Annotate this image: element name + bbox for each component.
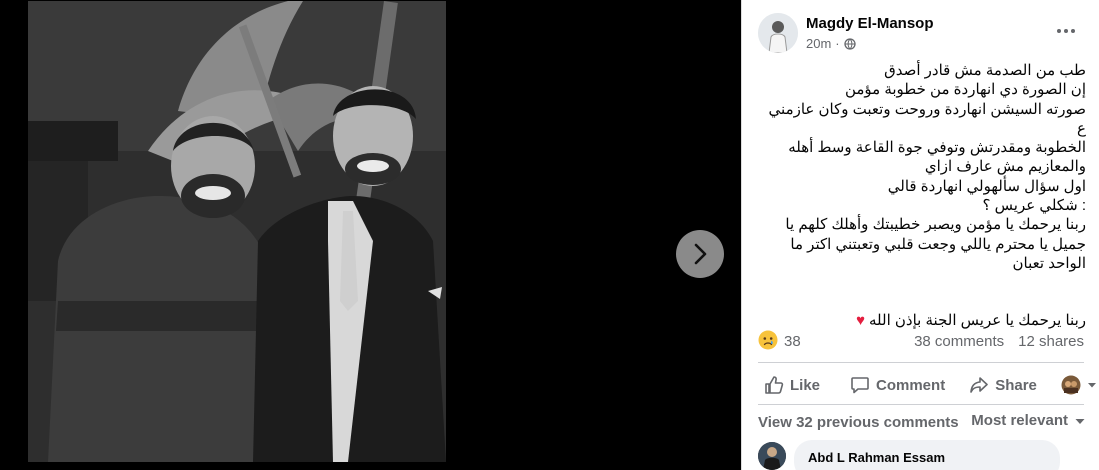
reaction-count[interactable]: 38 xyxy=(784,333,801,350)
next-photo-button[interactable] xyxy=(676,230,724,278)
meta-dot: · xyxy=(835,36,840,51)
dot xyxy=(1071,29,1075,33)
share-label: Share xyxy=(995,376,1037,394)
caret-down-icon xyxy=(1075,418,1085,424)
author-name[interactable]: Magdy El-Mansop xyxy=(806,15,934,32)
globe-icon xyxy=(843,37,856,50)
sort-label: Most relevant xyxy=(971,412,1068,429)
share-button[interactable]: Share xyxy=(969,375,1037,395)
divider xyxy=(758,362,1084,363)
post-photo[interactable] xyxy=(28,1,446,462)
photo-viewer xyxy=(0,0,741,470)
commenter-name[interactable]: Abd L Rahman Essam xyxy=(808,450,945,465)
stats-right: 38 comments 12 shares xyxy=(914,333,1084,350)
commenter-avatar[interactable] xyxy=(758,442,786,470)
sort-comments-dropdown[interactable]: Most relevant xyxy=(971,412,1086,429)
comment-bubble: Abd L Rahman Essam xyxy=(794,440,1060,470)
like-icon xyxy=(765,376,784,394)
post-line: : شكلي عريس ؟ xyxy=(982,197,1086,215)
post-stats: 38 38 comments 12 shares xyxy=(758,330,1084,354)
post-line: جميل يا محترم ياللي وجعت قلبي وتعبتني اك… xyxy=(790,235,1086,253)
comment-item: Abd L Rahman Essam xyxy=(758,440,1088,470)
avatar-image xyxy=(758,442,786,470)
avatar-image xyxy=(758,13,798,53)
post-header: Magdy El-Mansop 20m · xyxy=(758,13,1088,55)
comments-controls: View 32 previous comments Most relevant xyxy=(758,412,1086,432)
dot xyxy=(1064,29,1068,33)
dot xyxy=(1057,29,1061,33)
more-options-button[interactable] xyxy=(1052,21,1080,41)
like-label: Like xyxy=(790,376,821,394)
comment-button[interactable]: Comment xyxy=(850,375,945,395)
post-line: صورته السيشن انهاردة وروحت وتعبت وكان عا… xyxy=(768,100,1086,137)
post-line: إن الصورة دي انهاردة من خطوبة مؤمن xyxy=(844,81,1086,99)
shares-count[interactable]: 12 shares xyxy=(1018,333,1084,350)
comment-icon xyxy=(851,377,869,394)
heart-icon: ♥ xyxy=(856,312,865,330)
post-actions: Like Comment Share xyxy=(758,366,1096,404)
comment-label: Comment xyxy=(876,376,946,394)
photo-illustration xyxy=(28,1,446,462)
view-previous-comments[interactable]: View 32 previous comments xyxy=(758,414,959,431)
reaction-selector[interactable] xyxy=(1061,375,1097,395)
sad-reaction-icon[interactable] xyxy=(758,330,778,350)
comments-count[interactable]: 38 comments xyxy=(914,333,1004,350)
caret-down-icon xyxy=(1087,383,1096,388)
post-line: والمعازيم مش عارف ازاي xyxy=(924,158,1086,176)
closing-text: ربنا يرحمك يا عريس الجنة بإذن الله xyxy=(868,312,1086,330)
share-icon xyxy=(970,377,988,393)
chevron-right-icon xyxy=(694,243,707,265)
profile-thumbnail-icon xyxy=(1061,375,1081,395)
post-time[interactable]: 20m xyxy=(806,36,831,51)
post-meta: 20m · xyxy=(806,36,856,51)
post-line: الخطوبة ومقدرتش وتوفي جوة القاعة وسط أهل… xyxy=(788,139,1086,157)
post-line: طب من الصدمة مش قادر أصدق xyxy=(884,62,1086,79)
post-line: الواحد تعبان xyxy=(1012,254,1087,272)
author-avatar[interactable] xyxy=(758,13,798,53)
post-text: طب من الصدمة مش قادر أصدق إن الصورة دي ا… xyxy=(756,61,1086,331)
post-closing-line: ربنا يرحمك يا عريس الجنة بإذن الله♥ xyxy=(756,311,1086,330)
divider xyxy=(758,404,1084,405)
post-line: اول سؤال سألهولي انهاردة قالي xyxy=(887,177,1086,195)
post-panel: Magdy El-Mansop 20m · طب من الصدمة مش قا… xyxy=(741,0,1099,470)
like-button[interactable]: Like xyxy=(764,375,820,395)
post-line: ربنا يرحمك يا مؤمن ويصبر خطيبتك وأهلك كل… xyxy=(785,216,1086,234)
